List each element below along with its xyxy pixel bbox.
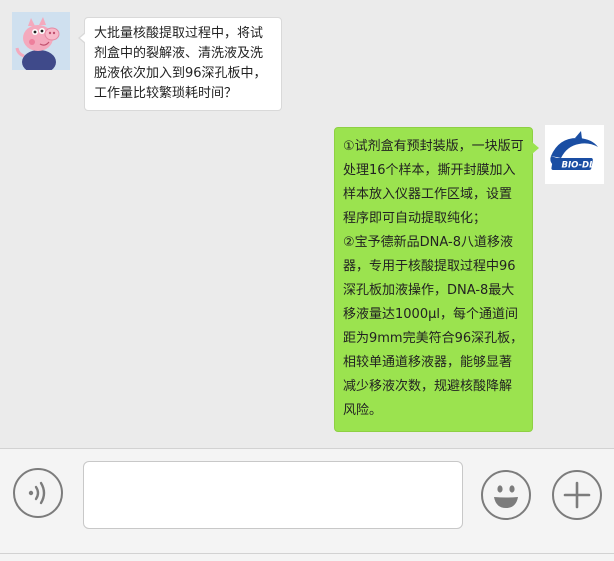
biodl-logo-icon: BIO-DL <box>545 125 604 184</box>
plus-icon <box>563 481 591 509</box>
chat-area: 大批量核酸提取过程中，将试剂盒中的裂解液、清洗液及洗脱液依次加入到96深孔板中，… <box>0 0 614 448</box>
pig-avatar-icon <box>12 12 70 70</box>
outgoing-message-bubble[interactable]: ①试剂盒有预封装版，一块版可处理16个样本，撕开封膜加入样本放入仪器工作区域，设… <box>334 127 539 432</box>
outgoing-message-paragraph-1: ①试剂盒有预封装版，一块版可处理16个样本，撕开封膜加入样本放入仪器工作区域，设… <box>343 139 524 226</box>
voice-button[interactable] <box>13 468 63 518</box>
user-avatar[interactable]: BIO-DL <box>545 125 604 184</box>
more-button[interactable] <box>552 470 602 520</box>
contact-avatar[interactable] <box>12 12 70 70</box>
incoming-message-bubble[interactable]: 大批量核酸提取过程中，将试剂盒中的裂解液、清洗液及洗脱液依次加入到96深孔板中，… <box>78 17 282 111</box>
logo-text: BIO-DL <box>561 161 594 171</box>
bottom-divider <box>0 553 614 554</box>
emoji-icon <box>494 485 518 508</box>
incoming-message-text: 大批量核酸提取过程中，将试剂盒中的裂解液、清洗液及洗脱液依次加入到96深孔板中，… <box>94 26 267 101</box>
voice-icon <box>28 481 46 505</box>
outgoing-message-paragraph-2: ②宝予德新品DNA-8八道移液器，专用于核酸提取过程中96深孔板加液操作，DNA… <box>343 235 524 418</box>
message-input[interactable] <box>83 461 463 529</box>
emoji-button[interactable] <box>481 470 531 520</box>
